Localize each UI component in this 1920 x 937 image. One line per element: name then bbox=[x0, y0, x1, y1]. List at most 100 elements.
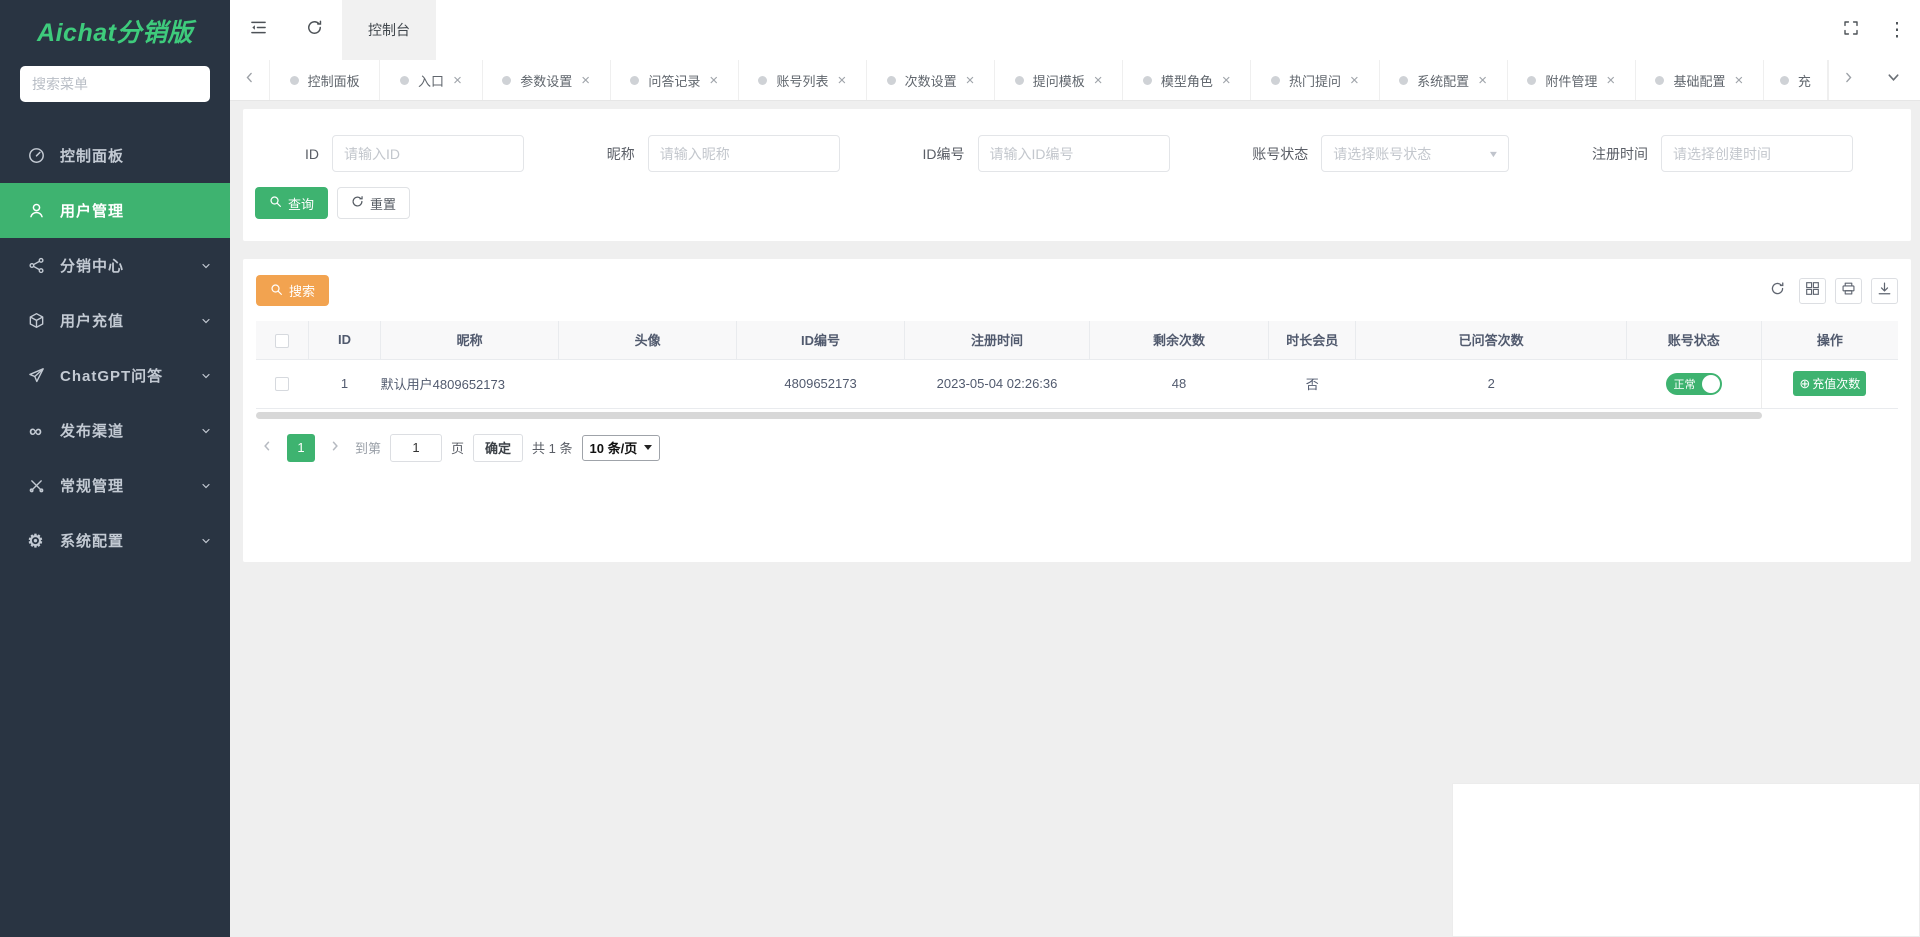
toggle-knob bbox=[1702, 375, 1720, 393]
cell-id: 1 bbox=[308, 359, 380, 408]
tab-dot-icon bbox=[1143, 76, 1152, 85]
close-icon[interactable]: × bbox=[1350, 73, 1359, 88]
close-icon[interactable]: × bbox=[966, 73, 975, 88]
grid-icon bbox=[1805, 281, 1820, 301]
header-account-status: 账号状态 bbox=[1626, 321, 1761, 359]
header-avatar: 头像 bbox=[559, 321, 737, 359]
nickname-input[interactable] bbox=[648, 135, 840, 172]
prev-page-button[interactable] bbox=[256, 435, 278, 461]
tab-control-panel[interactable]: 控制面板 bbox=[270, 60, 380, 100]
tab-system-config[interactable]: 系统配置 × bbox=[1380, 60, 1508, 100]
chevron-right-icon bbox=[1842, 71, 1855, 89]
tab-hot-questions[interactable]: 热门提问 × bbox=[1251, 60, 1379, 100]
query-button-label: 查询 bbox=[288, 194, 314, 213]
tab-account-list[interactable]: 账号列表 × bbox=[739, 60, 867, 100]
tab-qa-records[interactable]: 问答记录 × bbox=[611, 60, 739, 100]
header-id-number: ID编号 bbox=[737, 321, 905, 359]
gear-icon: ⚙ bbox=[26, 531, 46, 551]
row-checkbox[interactable] bbox=[275, 377, 289, 391]
tab-basic-config[interactable]: 基础配置 × bbox=[1636, 60, 1764, 100]
page-size-select[interactable]: 10 条/页 bbox=[582, 435, 661, 461]
horizontal-scrollbar[interactable] bbox=[256, 412, 1762, 419]
search-button[interactable]: 搜索 bbox=[256, 275, 329, 306]
recharge-count-button[interactable]: ⊕ 充值次数 bbox=[1793, 371, 1866, 396]
cube-icon bbox=[26, 311, 46, 331]
tab-strip: 控制面板 入口 × 参数设置 × 问答记录 × 账号列表 × 次数设置 × bbox=[230, 60, 1920, 101]
sidebar-item-general-management[interactable]: 常规管理 bbox=[0, 458, 230, 513]
more-menu-button[interactable]: ⋮ bbox=[1874, 0, 1920, 60]
column-settings-button[interactable] bbox=[1799, 278, 1826, 304]
topbar-right: ⋮ bbox=[1828, 0, 1920, 60]
download-button[interactable] bbox=[1871, 278, 1898, 304]
close-icon[interactable]: × bbox=[1606, 73, 1615, 88]
menu-search-input[interactable] bbox=[20, 66, 210, 102]
close-icon[interactable]: × bbox=[1094, 73, 1103, 88]
sidebar-item-user-management[interactable]: 用户管理 bbox=[0, 183, 230, 238]
close-icon[interactable]: × bbox=[1478, 73, 1487, 88]
id-input[interactable] bbox=[332, 135, 524, 172]
register-time-input[interactable] bbox=[1661, 135, 1853, 172]
tab-recharge-truncated[interactable]: 充 bbox=[1764, 60, 1828, 100]
reset-button[interactable]: 重置 bbox=[337, 187, 410, 219]
close-icon[interactable]: × bbox=[1222, 73, 1231, 88]
cell-answered-count: 2 bbox=[1356, 359, 1626, 408]
kebab-icon: ⋮ bbox=[1888, 21, 1907, 40]
content-area: ID 昵称 ID编号 账号状态 请选择账号状态 ▼ bbox=[230, 101, 1920, 937]
sidebar-item-distribution-center[interactable]: 分销中心 bbox=[0, 238, 230, 293]
total-count-label: 共 1 条 bbox=[532, 438, 572, 457]
query-button[interactable]: 查询 bbox=[255, 187, 328, 219]
tab-dot-icon bbox=[1271, 76, 1280, 85]
console-tab[interactable]: 控制台 bbox=[342, 0, 436, 60]
tab-parameter-settings[interactable]: 参数设置 × bbox=[483, 60, 611, 100]
fullscreen-button[interactable] bbox=[1828, 0, 1874, 60]
close-icon[interactable]: × bbox=[837, 73, 846, 88]
tab-entry[interactable]: 入口 × bbox=[380, 60, 482, 100]
status-toggle[interactable]: 正常 bbox=[1666, 373, 1722, 395]
current-page-button[interactable]: 1 bbox=[287, 434, 315, 462]
close-icon[interactable]: × bbox=[1734, 73, 1743, 88]
sidebar-item-chatgpt-qa[interactable]: ChatGPT问答 bbox=[0, 348, 230, 403]
menu-search bbox=[20, 66, 210, 102]
refresh-page-button[interactable] bbox=[286, 0, 342, 60]
tab-model-roles[interactable]: 模型角色 × bbox=[1123, 60, 1251, 100]
tab-label: 账号列表 bbox=[776, 71, 828, 90]
row-checkbox-cell bbox=[256, 359, 308, 408]
table-card-header: 搜索 bbox=[256, 275, 1898, 306]
refresh-table-button[interactable] bbox=[1764, 278, 1790, 304]
sidebar-item-publish-channels[interactable]: ∞ 发布渠道 bbox=[0, 403, 230, 458]
tools-icon bbox=[26, 476, 46, 496]
sidebar-item-user-recharge[interactable]: 用户充值 bbox=[0, 293, 230, 348]
close-icon[interactable]: × bbox=[709, 73, 718, 88]
tab-attachment-management[interactable]: 附件管理 × bbox=[1508, 60, 1636, 100]
id-number-input[interactable] bbox=[978, 135, 1170, 172]
header-remaining-count: 剩余次数 bbox=[1090, 321, 1269, 359]
close-icon[interactable]: × bbox=[581, 73, 590, 88]
printer-icon bbox=[1841, 281, 1856, 301]
print-button[interactable] bbox=[1835, 278, 1862, 304]
sidebar-item-dashboard[interactable]: 控制面板 bbox=[0, 128, 230, 183]
close-icon[interactable]: × bbox=[453, 73, 462, 88]
tab-question-templates[interactable]: 提问模板 × bbox=[995, 60, 1123, 100]
share-icon bbox=[26, 256, 46, 276]
sidebar-item-system-config[interactable]: ⚙ 系统配置 bbox=[0, 513, 230, 568]
tab-label: 热门提问 bbox=[1289, 71, 1341, 90]
tab-count-settings[interactable]: 次数设置 × bbox=[867, 60, 995, 100]
select-all-checkbox[interactable] bbox=[275, 334, 289, 348]
cell-nickname: 默认用户4809652173 bbox=[381, 359, 559, 408]
tabs-scroll-left-button[interactable] bbox=[230, 60, 270, 100]
page-size-label: 10 条/页 bbox=[590, 438, 638, 457]
menu-fold-icon bbox=[250, 19, 267, 41]
table-tools bbox=[1764, 278, 1898, 304]
account-status-select[interactable]: 请选择账号状态 ▼ bbox=[1321, 135, 1509, 172]
tab-label: 附件管理 bbox=[1545, 71, 1597, 90]
refresh-icon bbox=[1770, 281, 1785, 301]
chevron-down-icon bbox=[200, 370, 212, 382]
tabs-scroll-right-button[interactable] bbox=[1828, 60, 1868, 100]
tab-label: 基础配置 bbox=[1673, 71, 1725, 90]
goto-confirm-button[interactable]: 确定 bbox=[473, 434, 523, 462]
goto-page-input[interactable] bbox=[390, 434, 442, 462]
collapse-sidebar-button[interactable] bbox=[230, 0, 286, 60]
tab-dot-icon bbox=[1780, 76, 1789, 85]
next-page-button[interactable] bbox=[324, 435, 346, 461]
tabs-dropdown-button[interactable] bbox=[1868, 60, 1920, 100]
